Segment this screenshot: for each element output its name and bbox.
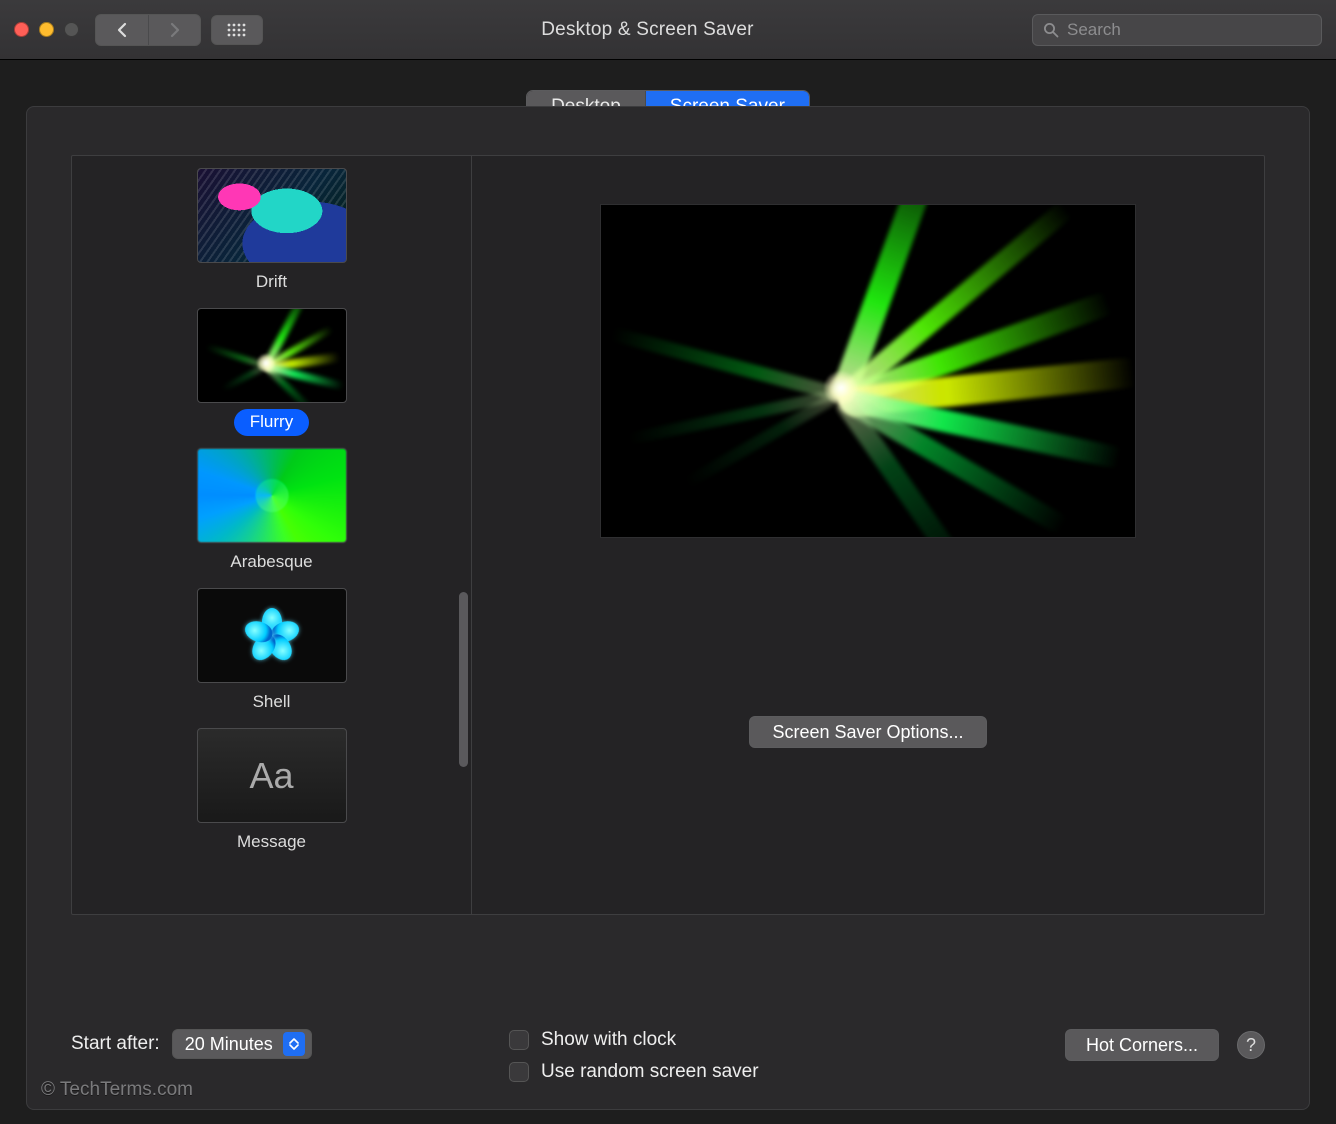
start-after-control: Start after: 20 Minutes xyxy=(71,1029,491,1059)
forward-button xyxy=(148,15,200,45)
screensaver-thumb xyxy=(197,308,347,403)
screensaver-item-shell[interactable]: Shell xyxy=(197,588,347,716)
start-after-label: Start after: xyxy=(71,1033,160,1055)
shell-flower-icon xyxy=(237,601,307,671)
screensaver-options-button[interactable]: Screen Saver Options... xyxy=(749,716,986,748)
search-input[interactable] xyxy=(1067,20,1311,40)
search-icon xyxy=(1043,22,1059,38)
start-after-value: 20 Minutes xyxy=(185,1034,273,1055)
screensaver-item-drift[interactable]: Drift xyxy=(197,168,347,296)
screensaver-split: Drift xyxy=(71,155,1265,915)
window-controls xyxy=(14,22,79,37)
hot-corners-button[interactable]: Hot Corners... xyxy=(1065,1029,1219,1061)
screensaver-label: Drift xyxy=(240,269,303,296)
grid-icon xyxy=(227,23,247,37)
checkbox-box xyxy=(509,1030,529,1050)
screensaver-thumb xyxy=(197,588,347,683)
checkbox-label: Use random screen saver xyxy=(541,1061,759,1083)
window-title: Desktop & Screen Saver xyxy=(273,19,1022,41)
screensaver-preview[interactable] xyxy=(600,204,1136,538)
screensaver-item-arabesque[interactable]: Arabesque xyxy=(197,448,347,576)
show-with-clock-checkbox[interactable]: Show with clock xyxy=(509,1029,1047,1051)
screensaver-item-message[interactable]: Aa Message xyxy=(197,728,347,856)
scrollbar-thumb[interactable] xyxy=(459,592,468,767)
chevron-right-icon xyxy=(169,22,181,38)
start-after-select[interactable]: 20 Minutes xyxy=(172,1029,312,1059)
screensaver-thumb xyxy=(197,448,347,543)
checkbox-box xyxy=(509,1062,529,1082)
checkbox-label: Show with clock xyxy=(541,1029,676,1051)
message-sample-icon: Aa xyxy=(249,755,293,797)
watermark: © TechTerms.com xyxy=(41,1079,193,1101)
minimize-window-button[interactable] xyxy=(39,22,54,37)
close-window-button[interactable] xyxy=(14,22,29,37)
screensaver-label: Message xyxy=(221,829,322,856)
screensaver-checkboxes: Show with clock Use random screen saver xyxy=(509,1029,1047,1083)
screensaver-label: Shell xyxy=(237,689,307,716)
screensaver-thumb xyxy=(197,168,347,263)
panel-footer: Start after: 20 Minutes Show with clock xyxy=(71,1029,1265,1083)
screensaver-list[interactable]: Drift xyxy=(72,156,472,914)
show-all-button[interactable] xyxy=(211,15,263,45)
screensaver-item-flurry[interactable]: Flurry xyxy=(197,308,347,436)
chevron-left-icon xyxy=(116,22,128,38)
search-field[interactable] xyxy=(1032,14,1322,46)
back-button[interactable] xyxy=(96,15,148,45)
screensaver-panel: Drift xyxy=(26,106,1310,1110)
screensaver-thumb: Aa xyxy=(197,728,347,823)
select-stepper-icon xyxy=(283,1032,305,1056)
nav-buttons xyxy=(95,14,201,46)
titlebar: Desktop & Screen Saver xyxy=(0,0,1336,60)
zoom-window-button xyxy=(64,22,79,37)
screensaver-preview-pane: Screen Saver Options... xyxy=(472,156,1264,914)
screensaver-label: Arabesque xyxy=(214,549,328,576)
screensaver-label: Flurry xyxy=(234,409,309,436)
use-random-checkbox[interactable]: Use random screen saver xyxy=(509,1061,1047,1083)
help-button[interactable]: ? xyxy=(1237,1031,1265,1059)
